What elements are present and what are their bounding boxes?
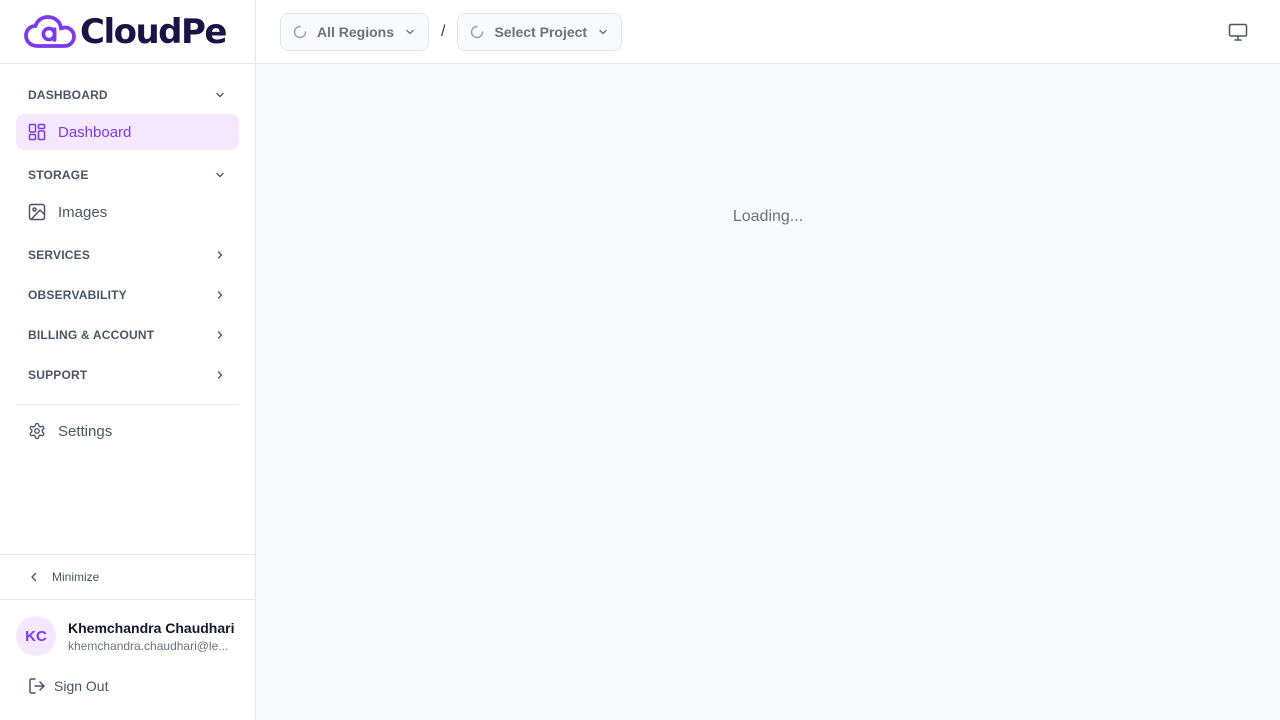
cloud-logo-icon xyxy=(24,14,76,48)
section-support-label: SUPPORT xyxy=(28,368,88,382)
breadcrumb-separator: / xyxy=(441,22,446,40)
chevron-down-icon xyxy=(213,88,227,102)
image-icon xyxy=(28,203,46,221)
section-billing-label: BILLING & ACCOUNT xyxy=(28,328,155,342)
chevron-right-icon xyxy=(213,248,227,262)
chevron-left-icon xyxy=(28,570,42,584)
section-storage-header[interactable]: STORAGE xyxy=(16,160,239,190)
section-observability-header[interactable]: OBSERVABILITY xyxy=(16,280,239,310)
chevron-down-icon xyxy=(597,26,609,38)
minimize-button[interactable]: Minimize xyxy=(0,554,255,600)
chevron-down-icon xyxy=(404,26,416,38)
loading-spinner-icon xyxy=(293,25,307,39)
chevron-down-icon xyxy=(213,168,227,182)
sidebar-item-label: Images xyxy=(58,203,108,221)
chevron-right-icon xyxy=(213,328,227,342)
sidebar: CloudPe DASHBOARD Dashboard STORAGE Imag… xyxy=(0,0,256,720)
chevron-right-icon xyxy=(213,368,227,382)
section-services-label: SERVICES xyxy=(28,248,91,262)
sidebar-item-images[interactable]: Images xyxy=(16,194,239,230)
brand-name: CloudPe xyxy=(80,11,228,52)
sidebar-nav: DASHBOARD Dashboard STORAGE Images SERVI… xyxy=(0,64,255,449)
project-selector[interactable]: Select Project xyxy=(457,12,623,51)
section-billing-header[interactable]: BILLING & ACCOUNT xyxy=(16,320,239,350)
project-selector-label: Select Project xyxy=(494,23,588,40)
section-dashboard-header[interactable]: DASHBOARD xyxy=(16,80,239,110)
sidebar-item-dashboard[interactable]: Dashboard xyxy=(16,114,239,150)
avatar: KC xyxy=(16,616,56,656)
section-storage-label: STORAGE xyxy=(28,168,89,182)
gear-icon xyxy=(28,422,46,440)
brand-logo[interactable]: CloudPe xyxy=(0,0,255,64)
sign-out-button[interactable]: Sign Out xyxy=(28,674,108,698)
sidebar-divider xyxy=(16,404,239,405)
top-bar: All Regions / Select Project xyxy=(256,0,1280,64)
user-profile[interactable]: KC Khemchandra Chaudhari khemchandra.cha… xyxy=(16,616,240,656)
section-services-header[interactable]: SERVICES xyxy=(16,240,239,270)
monitor-icon[interactable] xyxy=(1228,22,1248,42)
sidebar-item-label: Settings xyxy=(58,422,113,440)
sidebar-item-label: Dashboard xyxy=(58,123,132,141)
user-info: Khemchandra Chaudhari khemchandra.chaudh… xyxy=(68,620,240,653)
loading-text: Loading... xyxy=(732,208,804,225)
user-email: khemchandra.chaudhari@le... xyxy=(68,638,229,653)
minimize-label: Minimize xyxy=(52,570,100,584)
main-content: Loading... xyxy=(256,64,1280,720)
logout-icon xyxy=(28,677,46,695)
section-observability-label: OBSERVABILITY xyxy=(28,288,127,302)
region-selector[interactable]: All Regions xyxy=(280,12,430,51)
dashboard-grid-icon xyxy=(28,123,46,141)
region-selector-label: All Regions xyxy=(317,23,395,40)
sign-out-label: Sign Out xyxy=(54,678,109,694)
section-support-header[interactable]: SUPPORT xyxy=(16,360,239,390)
loading-spinner-icon xyxy=(470,25,484,39)
sidebar-item-settings[interactable]: Settings xyxy=(16,413,239,449)
user-name: Khemchandra Chaudhari xyxy=(68,619,235,636)
section-dashboard-label: DASHBOARD xyxy=(28,88,108,102)
chevron-right-icon xyxy=(213,288,227,302)
